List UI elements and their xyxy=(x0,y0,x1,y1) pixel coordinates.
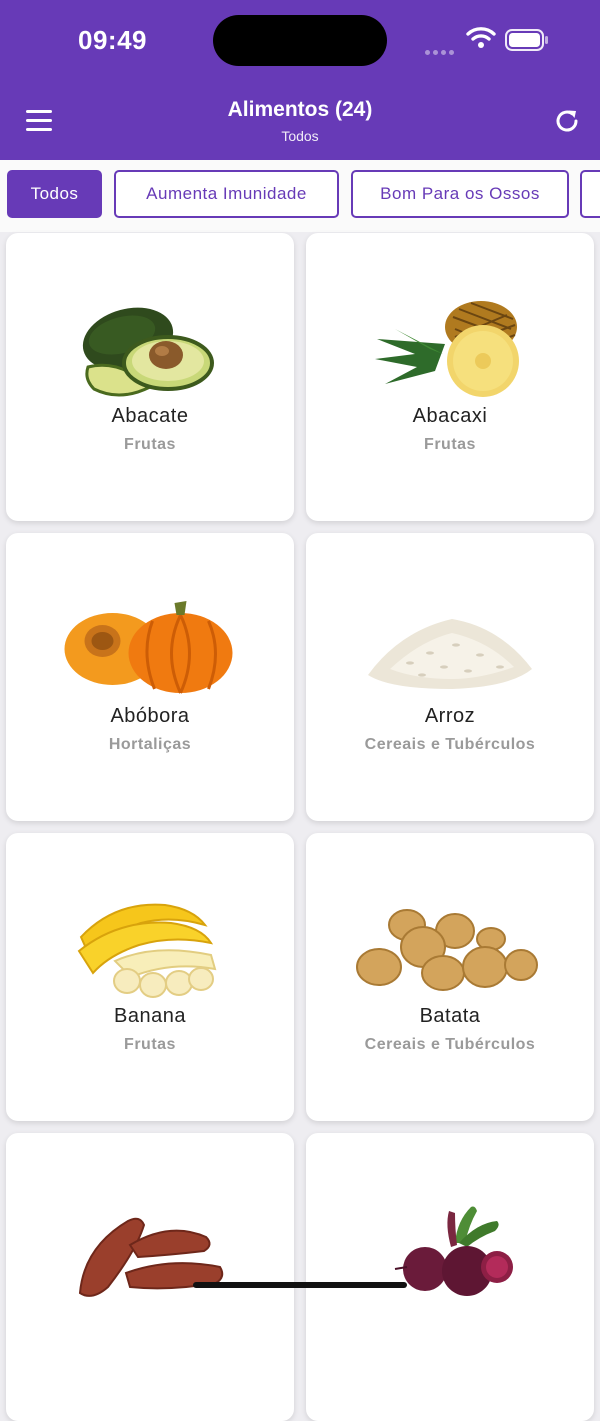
cellular-signal-icon xyxy=(425,42,457,55)
page-subtitle: Todos xyxy=(281,128,319,144)
filter-chip-todos[interactable]: Todos xyxy=(7,170,102,218)
potato-image xyxy=(356,909,538,991)
dynamic-island xyxy=(213,15,387,66)
filter-chip-bom-para-os-ossos[interactable]: Bom Para os Ossos xyxy=(351,170,569,218)
food-category: Frutas xyxy=(124,1036,176,1053)
food-image xyxy=(6,533,294,708)
refresh-icon[interactable] xyxy=(551,105,583,137)
wifi-icon xyxy=(466,27,496,48)
food-image xyxy=(306,233,594,408)
food-image xyxy=(306,533,594,708)
food-card-batata-doce[interactable] xyxy=(6,1133,294,1421)
filter-chip-bar: Todos Aumenta Imunidade Bom Para os Osso… xyxy=(0,160,600,232)
food-name: Batata xyxy=(419,1005,481,1027)
food-category: Frutas xyxy=(124,436,176,453)
rice-image xyxy=(368,619,532,689)
food-category: Frutas xyxy=(424,436,476,453)
food-card-arroz[interactable]: Arroz Cereais e Tubérculos xyxy=(306,533,594,821)
food-image xyxy=(306,833,594,1008)
banana-image xyxy=(77,903,217,998)
pumpkin-image xyxy=(64,601,233,694)
food-name: Abacaxi xyxy=(412,405,488,427)
food-image xyxy=(6,833,294,1008)
food-name: Arroz xyxy=(424,705,476,727)
food-card-abobora[interactable]: Abóbora Hortaliças xyxy=(6,533,294,821)
food-category: Hortaliças xyxy=(108,736,192,753)
food-card-beterraba[interactable] xyxy=(306,1133,594,1421)
home-indicator xyxy=(193,1282,407,1288)
pineapple-image xyxy=(375,301,519,397)
food-category: Cereais e Tubérculos xyxy=(364,736,536,753)
page-title: Alimentos (24) xyxy=(227,98,373,121)
avocado-image xyxy=(82,307,214,397)
food-name: Abacate xyxy=(111,405,189,427)
food-image xyxy=(6,233,294,408)
battery-icon xyxy=(505,29,548,51)
food-card-abacate[interactable]: Abacate Frutas xyxy=(6,233,294,521)
food-card-banana[interactable]: Banana Frutas xyxy=(6,833,294,1121)
food-card-abacaxi[interactable]: Abacaxi Frutas xyxy=(306,233,594,521)
app-header: 09:49 Alimentos (24) Todos xyxy=(0,0,600,160)
filter-chip-aumenta-imunidade[interactable]: Aumenta Imunidade xyxy=(114,170,339,218)
food-card-batata[interactable]: Batata Cereais e Tubérculos xyxy=(306,833,594,1121)
food-name: Abóbora xyxy=(110,705,190,727)
food-category: Cereais e Tubérculos xyxy=(364,1036,536,1053)
status-time: 09:49 xyxy=(78,25,147,55)
filter-chip-more[interactable] xyxy=(580,170,600,218)
food-name: Banana xyxy=(114,1005,186,1027)
